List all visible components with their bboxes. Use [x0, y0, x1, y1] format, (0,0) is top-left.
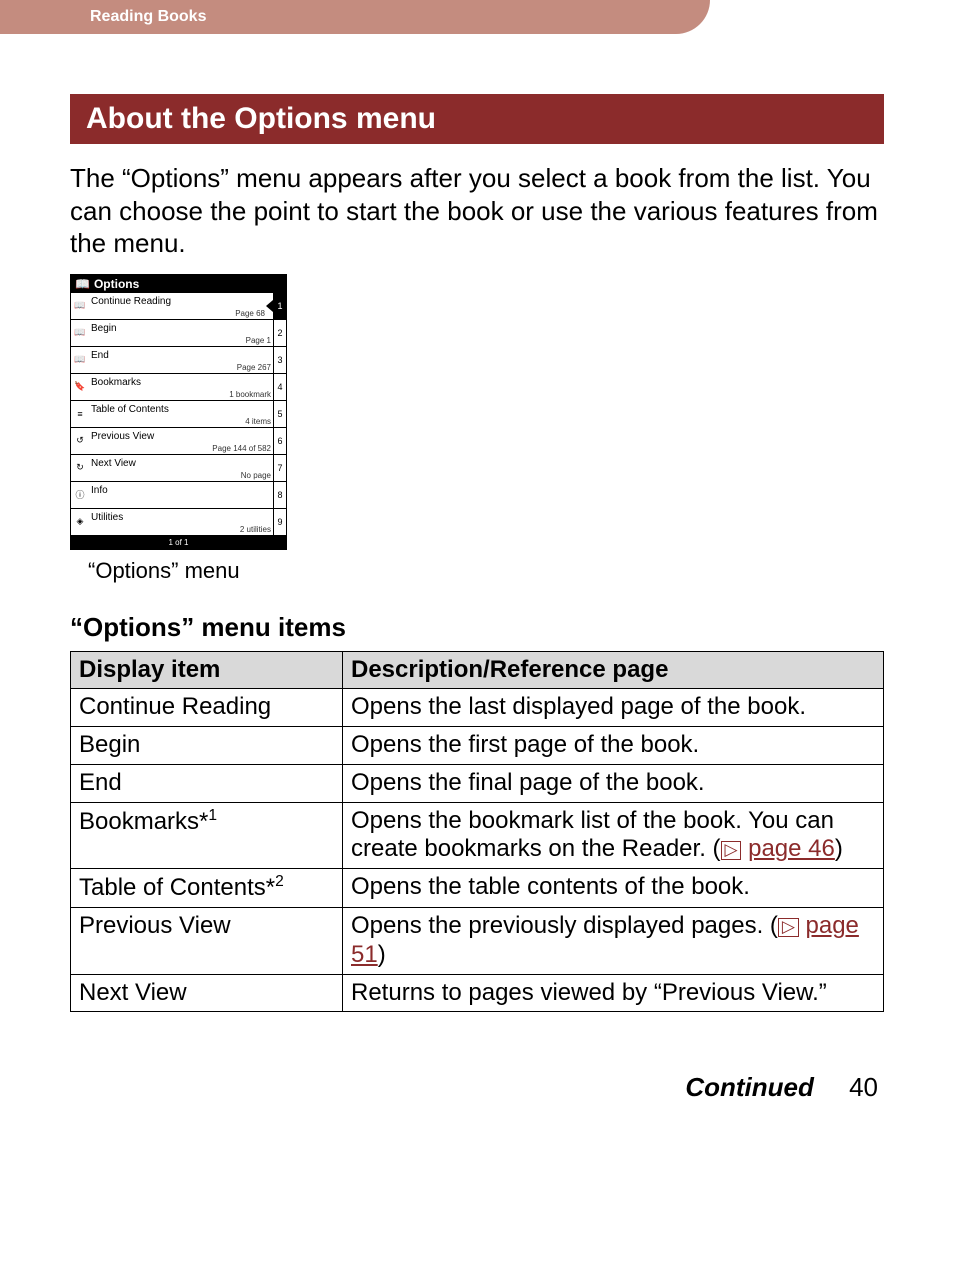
- active-arrow-icon: [266, 300, 273, 312]
- cell-display-item: End: [71, 764, 343, 802]
- table-heading: “Options” menu items: [70, 612, 884, 643]
- row-icon: ↺: [71, 428, 89, 454]
- row-sublabel: 2 utilities: [240, 525, 271, 534]
- row-icon: 📖: [71, 320, 89, 346]
- book-icon: 📖: [75, 277, 90, 291]
- table-row: Previous ViewOpens the previously displa…: [71, 908, 884, 975]
- section-title: About the Options menu: [70, 94, 884, 144]
- cell-description: Returns to pages viewed by “Previous Vie…: [343, 974, 884, 1012]
- table-row: Table of Contents*2Opens the table conte…: [71, 869, 884, 908]
- device-menu-row: ↺Previous ViewPage 144 of 5826: [71, 428, 286, 455]
- device-menu-row: 📖EndPage 2673: [71, 347, 286, 374]
- cell-display-item: Previous View: [71, 908, 343, 975]
- options-menu-screenshot: 📖 Options 📖Continue ReadingPage 681📖Begi…: [70, 274, 287, 550]
- row-number: 4: [273, 374, 286, 400]
- row-label: Info: [89, 482, 273, 508]
- device-menu-row: ⓘInfo8: [71, 482, 286, 509]
- cell-description: Opens the first page of the book.: [343, 727, 884, 765]
- row-number: 8: [273, 482, 286, 508]
- table-row: EndOpens the final page of the book.: [71, 764, 884, 802]
- device-menu-row: 📖BeginPage 12: [71, 320, 286, 347]
- screenshot-caption: “Options” menu: [88, 558, 884, 584]
- section-intro: The “Options” menu appears after you sel…: [70, 162, 884, 260]
- row-number: 9: [273, 509, 286, 535]
- page-reference-link[interactable]: page 46: [748, 835, 835, 862]
- row-sublabel: No page: [241, 471, 271, 480]
- row-number: 5: [273, 401, 286, 427]
- row-sublabel: Page 68: [235, 309, 265, 318]
- device-menu-row: 📖Continue ReadingPage 681: [71, 293, 286, 320]
- cell-display-item: Bookmarks*1: [71, 802, 343, 869]
- cell-display-item: Table of Contents*2: [71, 869, 343, 908]
- page-number: 40: [849, 1072, 878, 1102]
- table-row: Bookmarks*1Opens the bookmark list of th…: [71, 802, 884, 869]
- cell-display-item: Next View: [71, 974, 343, 1012]
- device-menu-row: ↻Next ViewNo page7: [71, 455, 286, 482]
- row-icon: ↻: [71, 455, 89, 481]
- cell-description: Opens the last displayed page of the boo…: [343, 689, 884, 727]
- cell-description: Opens the bookmark list of the book. You…: [343, 802, 884, 869]
- row-icon: 📖: [71, 293, 89, 319]
- table-row: Continue ReadingOpens the last displayed…: [71, 689, 884, 727]
- page-ref-icon: ▷: [778, 918, 799, 937]
- row-number: 7: [273, 455, 286, 481]
- row-label: Next ViewNo page: [89, 455, 273, 481]
- row-number: 1: [273, 293, 286, 319]
- cell-display-item: Continue Reading: [71, 689, 343, 727]
- row-sublabel: Page 144 of 582: [212, 444, 271, 453]
- col-description: Description/Reference page: [343, 651, 884, 689]
- device-menu-row: ≡Table of Contents4 items5: [71, 401, 286, 428]
- row-label: Bookmarks1 bookmark: [89, 374, 273, 400]
- row-label: Previous ViewPage 144 of 582: [89, 428, 273, 454]
- row-sublabel: Page 267: [237, 363, 271, 372]
- row-label: BeginPage 1: [89, 320, 273, 346]
- cell-display-item: Begin: [71, 727, 343, 765]
- row-sublabel: 4 items: [245, 417, 271, 426]
- row-label: Utilities2 utilities: [89, 509, 273, 535]
- row-icon: ≡: [71, 401, 89, 427]
- breadcrumb: Reading Books: [90, 8, 206, 25]
- page-ref-icon: ▷: [721, 841, 742, 860]
- device-footer: 1 of 1: [71, 536, 286, 549]
- row-icon: ⓘ: [71, 482, 89, 508]
- cell-description: Opens the table contents of the book.: [343, 869, 884, 908]
- device-menu-row: 🔖Bookmarks1 bookmark4: [71, 374, 286, 401]
- row-label: Continue ReadingPage 68: [89, 293, 267, 319]
- device-title: Options: [94, 277, 139, 291]
- cell-description: Opens the final page of the book.: [343, 764, 884, 802]
- row-number: 2: [273, 320, 286, 346]
- device-header: 📖 Options: [71, 275, 286, 293]
- col-display-item: Display item: [71, 651, 343, 689]
- continued-label: Continued: [685, 1072, 814, 1102]
- row-sublabel: Page 1: [246, 336, 271, 345]
- table-row: Next ViewReturns to pages viewed by “Pre…: [71, 974, 884, 1012]
- row-label: EndPage 267: [89, 347, 273, 373]
- device-menu-row: ◈Utilities2 utilities9: [71, 509, 286, 536]
- breadcrumb-bar: Reading Books: [0, 0, 710, 34]
- table-row: BeginOpens the first page of the book.: [71, 727, 884, 765]
- cell-description: Opens the previously displayed pages. (▷…: [343, 908, 884, 975]
- row-icon: 📖: [71, 347, 89, 373]
- row-icon: 🔖: [71, 374, 89, 400]
- row-number: 3: [273, 347, 286, 373]
- row-icon: ◈: [71, 509, 89, 535]
- options-menu-items-table: Display item Description/Reference page …: [70, 651, 884, 1013]
- page-footer: Continued 40: [0, 1012, 954, 1133]
- row-sublabel: 1 bookmark: [229, 390, 271, 399]
- row-number: 6: [273, 428, 286, 454]
- row-label: Table of Contents4 items: [89, 401, 273, 427]
